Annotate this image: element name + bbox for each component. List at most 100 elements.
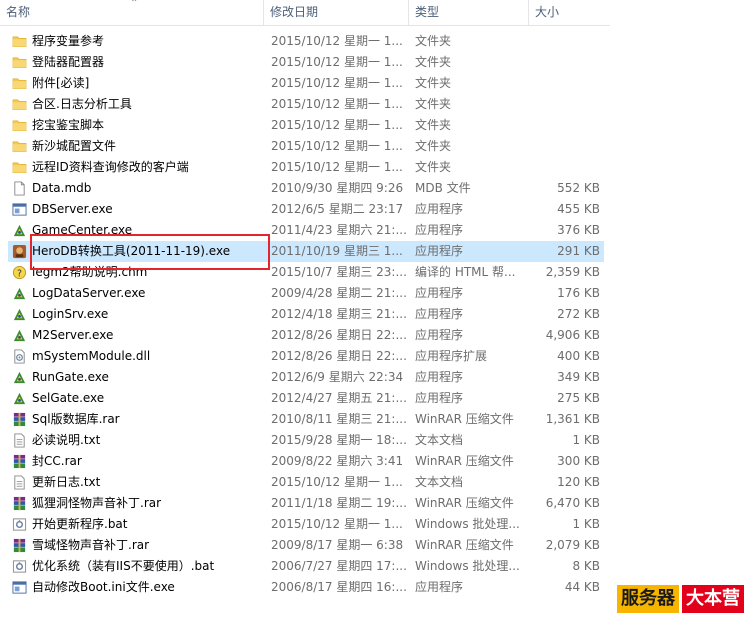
file-name: 雪域怪物声音补丁.rar xyxy=(32,538,150,552)
file-type: 应用程序 xyxy=(415,370,464,384)
file-size: 2,359 KB xyxy=(545,265,600,279)
file-type: 文件夹 xyxy=(415,139,452,153)
file-row[interactable]: 新沙城配置文件 2015/10/12 星期一 1... 文件夹 xyxy=(8,136,604,157)
file-row[interactable]: RunGate.exe 2012/6/9 星期六 22:34 应用程序 349 KB xyxy=(8,367,604,388)
file-size: 4,906 KB xyxy=(545,328,600,342)
file-size: 176 KB xyxy=(557,286,600,300)
batch-icon xyxy=(12,559,27,574)
file-type: WinRAR 压缩文件 xyxy=(415,538,514,552)
file-date: 2015/10/12 星期一 1... xyxy=(271,76,403,90)
file-row[interactable]: mSystemModule.dll 2012/8/26 星期日 22:... 应用程… xyxy=(8,346,604,367)
column-date-label: 修改日期 xyxy=(270,5,319,19)
column-header-name[interactable]: 名称 ⌃ xyxy=(0,0,263,25)
file-name: 开始更新程序.bat xyxy=(32,517,128,531)
file-row[interactable]: DBServer.exe 2012/6/5 星期二 23:17 应用程序 455 KB xyxy=(8,199,604,220)
folder-icon xyxy=(12,139,27,154)
text-icon xyxy=(12,433,27,448)
file-date: 2012/6/9 星期六 22:34 xyxy=(271,370,404,384)
batch-icon xyxy=(12,517,27,532)
file-date: 2009/8/22 星期六 3:41 xyxy=(271,454,404,468)
file-name: 附件[必读] xyxy=(32,76,90,90)
game-app-icon xyxy=(12,223,27,238)
file-name: 优化系统（装有IIS不要使用）.bat xyxy=(32,559,215,573)
file-size: 275 KB xyxy=(557,391,600,405)
file-type: 文本文档 xyxy=(415,475,464,489)
file-row[interactable]: 合区.日志分析工具 2015/10/12 星期一 1... 文件夹 xyxy=(8,94,604,115)
file-size xyxy=(528,94,600,115)
column-header-date[interactable]: 修改日期 xyxy=(263,0,408,25)
column-header-type[interactable]: 类型 xyxy=(408,0,528,25)
watermark-logo: 服务器 大本营 xyxy=(617,585,744,613)
file-date: 2006/7/27 星期四 17:... xyxy=(271,559,406,573)
file-date: 2012/8/26 星期日 22:... xyxy=(271,328,406,342)
file-size xyxy=(528,157,600,178)
file-name: SelGate.exe xyxy=(32,391,105,405)
file-row[interactable]: SelGate.exe 2012/4/27 星期五 21:... 应用程序 275 K… xyxy=(8,388,604,409)
file-size: 8 KB xyxy=(572,559,600,573)
file-name: DBServer.exe xyxy=(32,202,113,216)
watermark-part2: 大本营 xyxy=(682,585,744,613)
file-size: 2,079 KB xyxy=(545,538,600,552)
file-name: LogDataServer.exe xyxy=(32,286,146,300)
file-row[interactable]: 狐狸洞怪物声音补丁.rar 2011/1/18 星期二 19:... WinRAR … xyxy=(8,493,604,514)
file-name: 远程ID资料查询修改的客户端 xyxy=(32,160,189,174)
file-size: 120 KB xyxy=(557,475,600,489)
file-name: M2Server.exe xyxy=(32,328,114,342)
file-size: 272 KB xyxy=(557,307,600,321)
file-date: 2015/10/12 星期一 1... xyxy=(271,160,403,174)
column-size-label: 大小 xyxy=(535,5,560,19)
column-header-size[interactable]: 大小 xyxy=(528,0,610,25)
file-row[interactable]: 挖宝鉴宝脚本 2015/10/12 星期一 1... 文件夹 xyxy=(8,115,604,136)
file-type: 应用程序 xyxy=(415,307,464,321)
file-row[interactable]: Sql版数据库.rar 2010/8/11 星期三 21:... WinRAR 压缩… xyxy=(8,409,604,430)
document-icon xyxy=(12,181,27,196)
file-date: 2012/6/5 星期二 23:17 xyxy=(271,202,404,216)
column-name-label: 名称 xyxy=(6,5,31,19)
file-row[interactable]: 自动修改Boot.ini文件.exe 2006/8/17 星期四 16:... 应用… xyxy=(8,577,604,598)
file-date: 2010/9/30 星期四 9:26 xyxy=(271,181,404,195)
file-date: 2012/8/26 星期日 22:... xyxy=(271,349,406,363)
file-row[interactable]: 程序变量参考 2015/10/12 星期一 1... 文件夹 xyxy=(8,31,604,52)
file-row[interactable]: 雪域怪物声音补丁.rar 2009/8/17 星期一 6:38 WinRAR 压缩文… xyxy=(8,535,604,556)
folder-icon xyxy=(12,118,27,133)
folder-icon xyxy=(12,97,27,112)
file-type: 文件夹 xyxy=(415,76,452,90)
file-name: Sql版数据库.rar xyxy=(32,412,120,426)
file-type: 应用程序 xyxy=(415,244,464,258)
file-row[interactable]: 附件[必读] 2015/10/12 星期一 1... 文件夹 xyxy=(8,73,604,94)
rar-icon xyxy=(12,412,27,427)
file-type: WinRAR 压缩文件 xyxy=(415,412,514,426)
file-date: 2015/10/7 星期三 23:... xyxy=(271,265,406,279)
file-size: 1 KB xyxy=(572,517,600,531)
file-size: 349 KB xyxy=(557,370,600,384)
file-date: 2015/10/12 星期一 1... xyxy=(271,55,403,69)
file-row[interactable]: 登陆器配置器 2015/10/12 星期一 1... 文件夹 xyxy=(8,52,604,73)
folder-icon xyxy=(12,34,27,49)
red-annotation-box xyxy=(30,234,270,270)
file-date: 2009/8/17 星期一 6:38 xyxy=(271,538,404,552)
folder-icon xyxy=(12,55,27,70)
file-size: 1 KB xyxy=(572,433,600,447)
column-header-bar: 名称 ⌃ 修改日期 类型 大小 xyxy=(0,0,610,26)
game-app-icon xyxy=(12,328,27,343)
file-row[interactable]: Data.mdb 2010/9/30 星期四 9:26 MDB 文件 552 KB xyxy=(8,178,604,199)
file-row[interactable]: LoginSrv.exe 2012/4/18 星期三 21:... 应用程序 272 … xyxy=(8,304,604,325)
file-date: 2011/4/23 星期六 21:... xyxy=(271,223,406,237)
file-row[interactable]: 开始更新程序.bat 2015/10/12 星期一 1... Windows 批处理… xyxy=(8,514,604,535)
file-row[interactable]: M2Server.exe 2012/8/26 星期日 22:... 应用程序 4,90… xyxy=(8,325,604,346)
file-row[interactable]: 优化系统（装有IIS不要使用）.bat 2006/7/27 星期四 17:... W… xyxy=(8,556,604,577)
file-row[interactable]: 更新日志.txt 2015/10/12 星期一 1... 文本文档 120 KB xyxy=(8,472,604,493)
file-type: 文件夹 xyxy=(415,97,452,111)
rar-icon xyxy=(12,496,27,511)
file-row[interactable]: 远程ID资料查询修改的客户端 2015/10/12 星期一 1... 文件夹 xyxy=(8,157,604,178)
file-size xyxy=(528,115,600,136)
help-icon: ? xyxy=(12,265,27,280)
file-date: 2015/10/12 星期一 1... xyxy=(271,139,403,153)
file-name: 新沙城配置文件 xyxy=(32,139,117,153)
file-row[interactable]: 必读说明.txt 2015/9/28 星期一 18:... 文本文档 1 KB xyxy=(8,430,604,451)
file-type: WinRAR 压缩文件 xyxy=(415,496,514,510)
file-type: 编译的 HTML 帮... xyxy=(415,265,516,279)
sort-ascending-icon: ⌃ xyxy=(130,0,139,9)
file-row[interactable]: 封CC.rar 2009/8/22 星期六 3:41 WinRAR 压缩文件 300 … xyxy=(8,451,604,472)
file-row[interactable]: LogDataServer.exe 2009/4/28 星期二 21:... 应用程… xyxy=(8,283,604,304)
